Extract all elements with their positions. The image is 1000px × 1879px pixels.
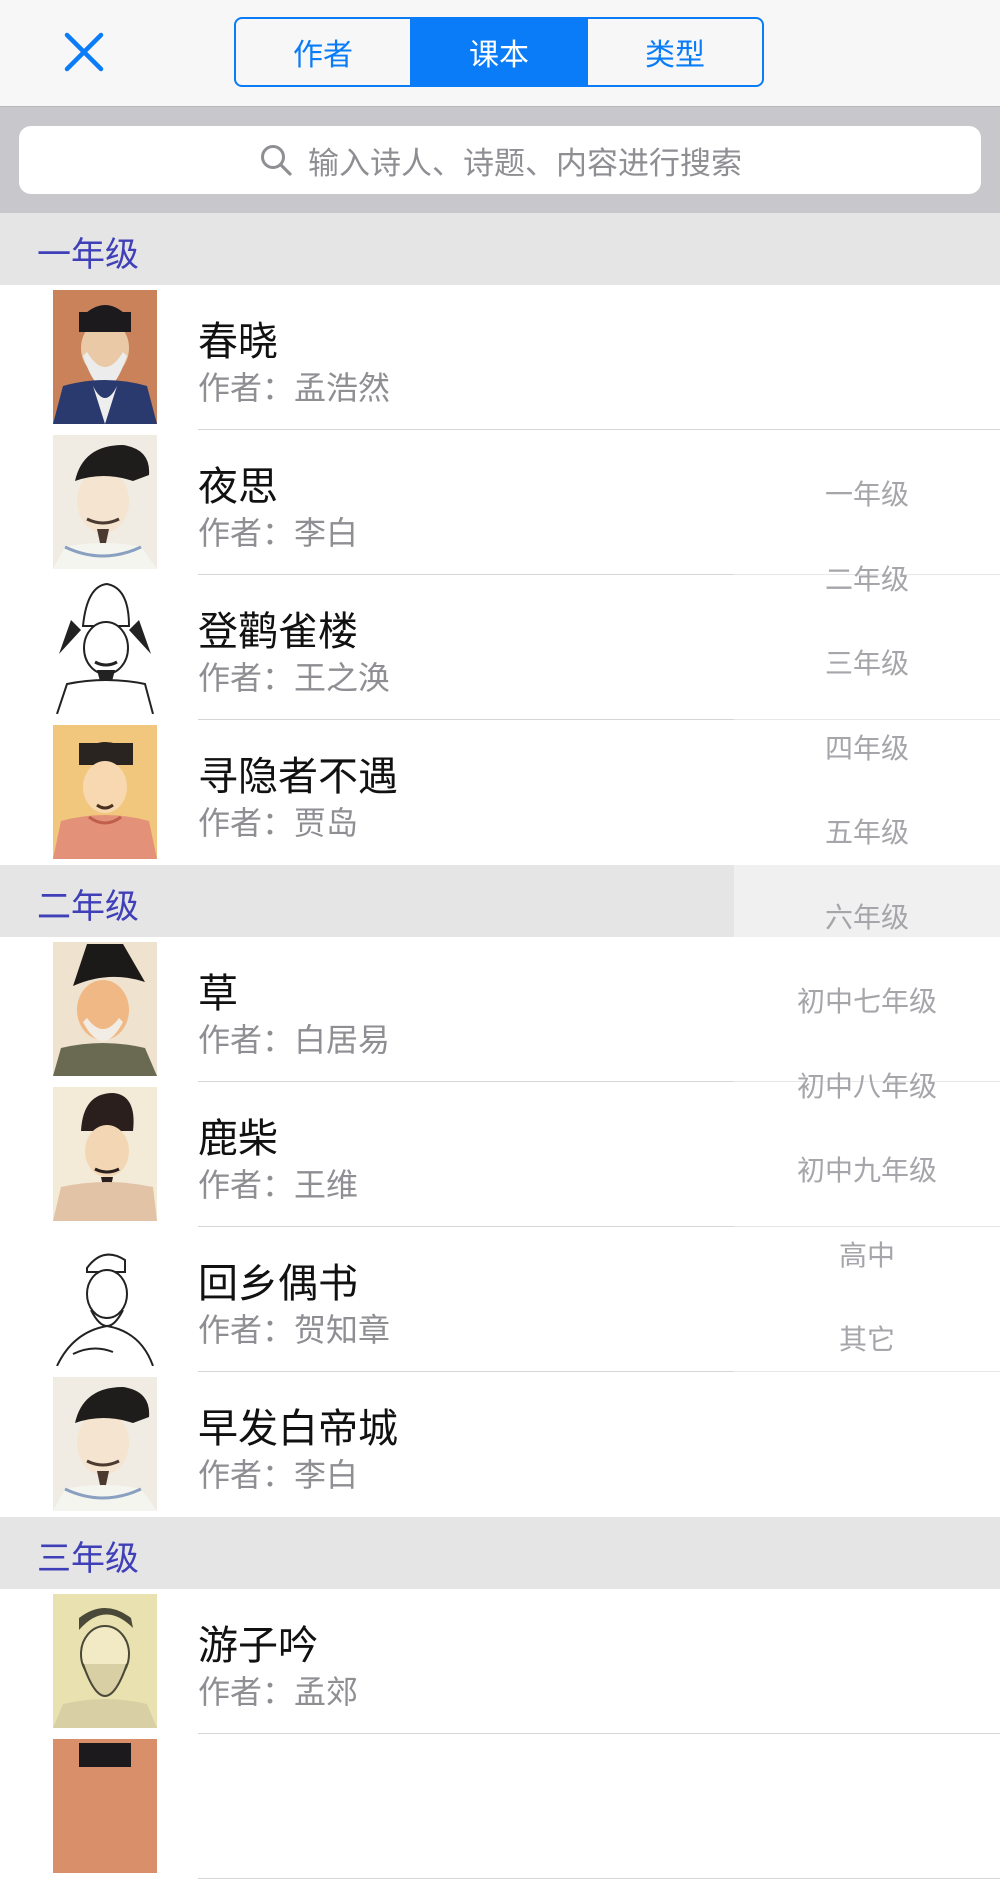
index-item[interactable]: 其它 <box>734 1318 1000 1358</box>
author-name: 贺知章 <box>294 1311 391 1349</box>
author-label: 作者： <box>198 1021 295 1059</box>
section-header: 三年级 <box>0 1517 1000 1589</box>
author-line: 作者：孟浩然 <box>198 363 390 409</box>
index-item[interactable]: 初中八年级 <box>734 1065 1000 1105</box>
index-item[interactable]: 四年级 <box>734 727 1000 767</box>
index-item[interactable]: 二年级 <box>734 558 1000 598</box>
author-name: 王维 <box>294 1166 359 1204</box>
avatar <box>53 1377 157 1511</box>
poem-title: 早发白帝城 <box>198 1406 398 1452</box>
index-item[interactable]: 初中七年级 <box>734 980 1000 1020</box>
tab-type[interactable]: 类型 <box>586 19 762 85</box>
author-name: 王之涣 <box>294 659 391 697</box>
author-label: 作者： <box>198 514 295 552</box>
avatar <box>53 942 157 1076</box>
author-line: 作者：王维 <box>198 1160 358 1206</box>
index-item[interactable]: 初中九年级 <box>734 1149 1000 1189</box>
author-name: 贾岛 <box>294 804 359 842</box>
author-line: 作者：贺知章 <box>198 1305 390 1351</box>
section-title: 二年级 <box>37 887 139 927</box>
poem-title: 寻隐者不遇 <box>198 754 398 800</box>
avatar <box>53 435 157 569</box>
index-item[interactable]: 六年级 <box>734 896 1000 936</box>
author-line: 作者：白居易 <box>198 1015 390 1061</box>
author-label: 作者： <box>198 1456 295 1494</box>
avatar <box>53 725 157 859</box>
index-item[interactable]: 高中 <box>734 1234 1000 1274</box>
list-item[interactable] <box>0 1734 1000 1879</box>
avatar <box>53 1232 157 1366</box>
author-name: 李白 <box>294 1456 359 1494</box>
poem-title: 回乡偶书 <box>198 1261 358 1307</box>
avatar <box>53 1594 157 1728</box>
author-name: 孟浩然 <box>294 369 391 407</box>
list-item[interactable]: 游子吟 作者：孟郊 <box>0 1589 1000 1734</box>
author-label: 作者： <box>198 1673 295 1711</box>
tab-author[interactable]: 作者 <box>236 19 410 85</box>
segmented-control: 作者 课本 类型 <box>234 17 764 87</box>
section-title: 一年级 <box>37 235 139 275</box>
poem-title: 游子吟 <box>198 1623 318 1669</box>
author-label: 作者： <box>198 659 295 697</box>
poem-title: 草 <box>198 971 238 1017</box>
search-input[interactable]: 输入诗人、诗题、内容进行搜索 <box>19 126 981 194</box>
avatar <box>53 1087 157 1221</box>
author-line: 作者：王之涣 <box>198 653 390 699</box>
author-label: 作者： <box>198 1166 295 1204</box>
top-bar: 作者 课本 类型 <box>0 0 1000 107</box>
poem-title: 夜思 <box>198 464 278 510</box>
index-item[interactable]: 三年级 <box>734 642 1000 682</box>
author-name: 孟郊 <box>294 1673 359 1711</box>
poem-title: 鹿柴 <box>198 1116 278 1162</box>
poem-title: 春晓 <box>198 319 278 365</box>
section-header: 一年级 <box>0 213 1000 285</box>
close-icon <box>64 32 104 72</box>
avatar <box>53 1739 157 1873</box>
list-item[interactable]: 早发白帝城 作者：李白 <box>0 1372 1000 1517</box>
author-line: 作者：贾岛 <box>198 798 358 844</box>
avatar <box>53 580 157 714</box>
close-button[interactable] <box>60 28 108 76</box>
search-bar: 输入诗人、诗题、内容进行搜索 <box>0 107 1000 213</box>
author-line: 作者：孟郊 <box>198 1667 358 1713</box>
author-label: 作者： <box>198 369 295 407</box>
list-item[interactable]: 春晓 作者：孟浩然 <box>0 285 1000 430</box>
author-name: 白居易 <box>294 1021 391 1059</box>
tab-textbook[interactable]: 课本 <box>410 19 586 85</box>
author-label: 作者： <box>198 1311 295 1349</box>
author-label: 作者： <box>198 804 295 842</box>
section-title: 三年级 <box>37 1539 139 1579</box>
author-line: 作者：李白 <box>198 1450 358 1496</box>
poem-title: 登鹳雀楼 <box>198 609 358 655</box>
author-line: 作者：李白 <box>198 508 358 554</box>
index-item[interactable]: 五年级 <box>734 811 1000 851</box>
search-placeholder: 输入诗人、诗题、内容进行搜索 <box>308 145 742 182</box>
search-icon <box>261 145 292 176</box>
index-item[interactable]: 一年级 <box>734 473 1000 513</box>
avatar <box>53 290 157 424</box>
author-name: 李白 <box>294 514 359 552</box>
